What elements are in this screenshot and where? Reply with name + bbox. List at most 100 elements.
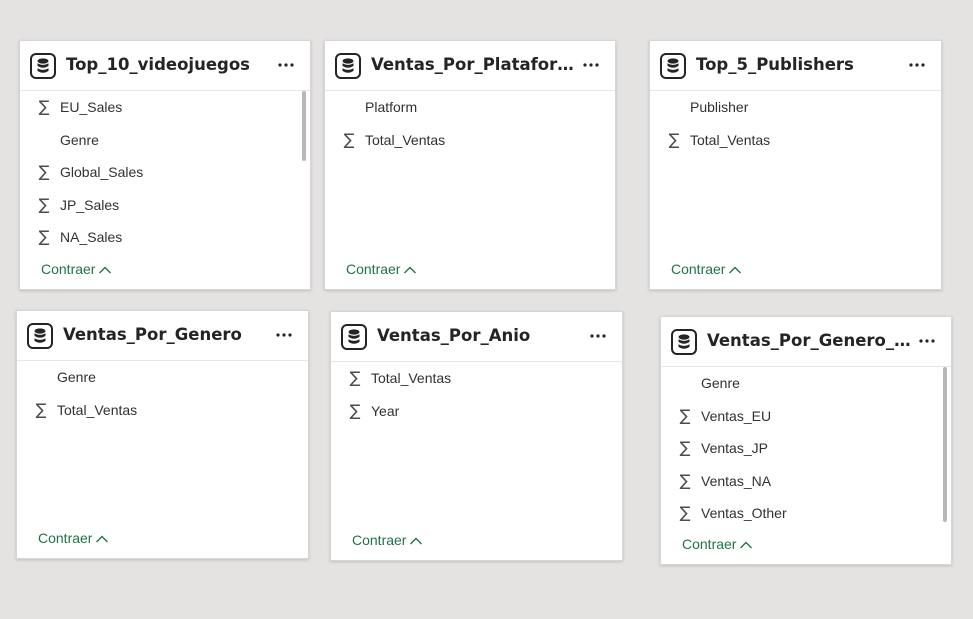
collapse-label: Contraer bbox=[352, 531, 407, 548]
more-options-icon[interactable] bbox=[907, 55, 927, 75]
field-item[interactable]: Genre bbox=[20, 124, 298, 157]
sigma-icon: ∑ bbox=[349, 368, 361, 387]
chevron-up-icon bbox=[739, 536, 753, 554]
field-item[interactable]: ∑ Ventas_Other bbox=[661, 497, 939, 530]
database-icon bbox=[671, 329, 697, 355]
card-header[interactable]: Ventas_Por_Plataforma bbox=[325, 41, 615, 91]
card-title: Ventas_Por_Anio bbox=[377, 326, 531, 345]
database-icon bbox=[30, 53, 56, 79]
field-name: EU_Sales bbox=[60, 99, 123, 115]
field-item[interactable]: ∑ Year bbox=[331, 395, 610, 428]
more-options-icon[interactable] bbox=[276, 55, 296, 75]
sigma-icon: ∑ bbox=[35, 399, 47, 419]
collapse-label: Contraer bbox=[671, 260, 726, 277]
chevron-up-icon bbox=[95, 530, 109, 548]
scrollbar[interactable] bbox=[302, 91, 306, 211]
card-title: Ventas_Por_Plataforma bbox=[371, 55, 575, 74]
table-card-top-5-publishers[interactable]: Top_5_Publishers Publisher ∑ Total_Ventas… bbox=[649, 40, 942, 290]
field-item[interactable]: ∑ Total_Ventas bbox=[325, 124, 603, 157]
collapse-button[interactable]: Contraer bbox=[682, 535, 753, 554]
field-name: Ventas_JP bbox=[701, 440, 768, 456]
field-item[interactable]: Genre bbox=[17, 361, 296, 394]
more-options-icon[interactable] bbox=[274, 325, 294, 345]
field-item[interactable]: Genre bbox=[661, 367, 939, 400]
chevron-up-icon bbox=[403, 261, 417, 279]
database-icon bbox=[27, 323, 53, 349]
card-title: Ventas_Por_Genero_Regio bbox=[707, 331, 911, 350]
sigma-icon: ∑ bbox=[349, 400, 361, 420]
sigma-icon: ∑ bbox=[679, 470, 691, 490]
field-name: Ventas_Other bbox=[701, 505, 787, 521]
table-card-ventas-por-genero-region[interactable]: Ventas_Por_Genero_Regio Genre ∑ Ventas_EU… bbox=[660, 316, 952, 565]
collapse-button[interactable]: Contraer bbox=[352, 531, 423, 550]
field-item[interactable]: Publisher bbox=[650, 91, 929, 124]
field-item[interactable]: ∑ Ventas_JP bbox=[661, 432, 939, 465]
field-name: Total_Ventas bbox=[371, 370, 452, 386]
more-options-icon[interactable] bbox=[581, 55, 601, 75]
collapse-button[interactable]: Contraer bbox=[41, 260, 112, 279]
field-name: Year bbox=[371, 402, 400, 419]
field-list: Genre ∑ Ventas_EU ∑ Ventas_JP ∑ Ventas_NA ∑… bbox=[661, 367, 939, 530]
field-name: NA_Sales bbox=[60, 229, 123, 245]
collapse-label: Contraer bbox=[682, 535, 737, 552]
sigma-icon: ∑ bbox=[679, 503, 691, 522]
sigma-icon: ∑ bbox=[343, 129, 355, 149]
field-name: Ventas_NA bbox=[701, 472, 772, 489]
field-name: Global_Sales bbox=[60, 164, 144, 180]
table-card-ventas-por-genero[interactable]: Ventas_Por_Genero Genre ∑ Total_Ventas Co… bbox=[16, 310, 309, 559]
sigma-icon: ∑ bbox=[668, 129, 680, 149]
field-list: Platform ∑ Total_Ventas bbox=[325, 91, 603, 156]
field-name: Total_Ventas bbox=[57, 401, 138, 418]
card-header[interactable]: Top_10_videojuegos bbox=[20, 41, 310, 91]
card-title: Top_10_videojuegos bbox=[66, 55, 250, 74]
database-icon bbox=[335, 53, 361, 79]
database-icon bbox=[341, 324, 367, 350]
scrollbar-thumb[interactable] bbox=[302, 91, 306, 161]
chevron-up-icon bbox=[728, 261, 742, 279]
field-list: ∑ EU_Sales Genre ∑ Global_Sales ∑ JP_Sales … bbox=[20, 91, 298, 254]
field-item[interactable]: ∑ Total_Ventas bbox=[17, 394, 296, 427]
field-item[interactable]: ∑ Global_Sales bbox=[20, 156, 298, 189]
table-card-ventas-por-anio[interactable]: Ventas_Por_Anio ∑ Total_Ventas ∑ Year Cont… bbox=[330, 311, 623, 561]
chevron-up-icon bbox=[98, 261, 112, 279]
table-card-top-10-videojuegos[interactable]: Top_10_videojuegos ∑ EU_Sales Genre ∑ Glob… bbox=[19, 40, 311, 290]
collapse-label: Contraer bbox=[346, 260, 401, 277]
field-list: Publisher ∑ Total_Ventas bbox=[650, 91, 929, 156]
field-item[interactable]: ∑ Total_Ventas bbox=[650, 124, 929, 157]
field-item[interactable]: ∑ Total_Ventas bbox=[331, 362, 610, 395]
card-header[interactable]: Ventas_Por_Anio bbox=[331, 312, 622, 362]
collapse-button[interactable]: Contraer bbox=[671, 260, 742, 279]
field-name: Total_Ventas bbox=[690, 131, 771, 148]
collapse-button[interactable]: Contraer bbox=[346, 260, 417, 279]
card-title: Top_5_Publishers bbox=[696, 55, 854, 74]
table-card-ventas-por-plataforma[interactable]: Ventas_Por_Plataforma Platform ∑ Total_Ve… bbox=[324, 40, 616, 290]
sigma-icon: ∑ bbox=[679, 438, 691, 457]
collapse-label: Contraer bbox=[38, 529, 93, 546]
collapse-label: Contraer bbox=[41, 260, 96, 277]
scrollbar-thumb[interactable] bbox=[943, 367, 947, 522]
field-item[interactable]: ∑ JP_Sales bbox=[20, 189, 298, 222]
card-header[interactable]: Top_5_Publishers bbox=[650, 41, 941, 91]
field-list: ∑ Total_Ventas ∑ Year bbox=[331, 362, 610, 427]
sigma-icon: ∑ bbox=[679, 405, 691, 425]
field-item[interactable]: ∑ Ventas_EU bbox=[661, 400, 939, 433]
field-item[interactable]: ∑ NA_Sales bbox=[20, 221, 298, 254]
field-name: Platform bbox=[365, 99, 418, 115]
field-name: Genre bbox=[60, 131, 99, 148]
scrollbar[interactable] bbox=[943, 367, 947, 522]
field-name: Genre bbox=[701, 375, 740, 391]
field-item[interactable]: ∑ Ventas_NA bbox=[661, 465, 939, 498]
more-options-icon[interactable] bbox=[917, 331, 937, 351]
more-options-icon[interactable] bbox=[588, 326, 608, 346]
card-header[interactable]: Ventas_Por_Genero bbox=[17, 311, 308, 361]
card-header[interactable]: Ventas_Por_Genero_Regio bbox=[661, 317, 951, 367]
collapse-button[interactable]: Contraer bbox=[38, 529, 109, 548]
field-name: Total_Ventas bbox=[365, 131, 446, 148]
sigma-icon: ∑ bbox=[38, 194, 50, 214]
field-name: Publisher bbox=[690, 99, 749, 115]
card-title: Ventas_Por_Genero bbox=[63, 325, 242, 344]
sigma-icon: ∑ bbox=[38, 97, 50, 116]
field-item[interactable]: ∑ EU_Sales bbox=[20, 91, 298, 124]
chevron-up-icon bbox=[409, 532, 423, 550]
field-item[interactable]: Platform bbox=[325, 91, 603, 124]
